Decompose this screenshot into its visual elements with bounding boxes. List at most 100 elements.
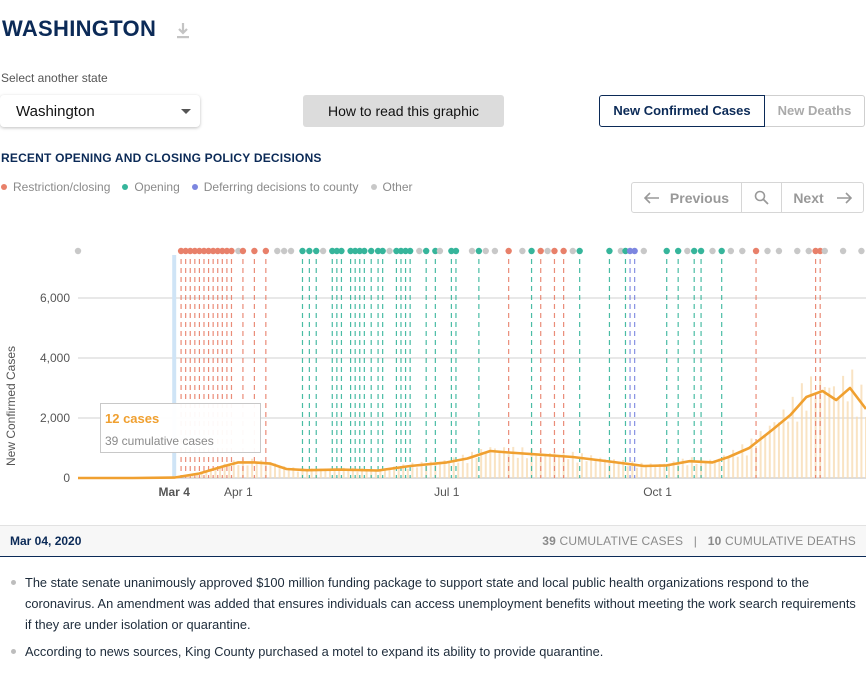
legend-item-county: Deferring decisions to county [191, 180, 359, 194]
daily-bar [347, 471, 350, 478]
policy-event-dot [606, 247, 613, 255]
policy-note-text: The state senate unanimously approved $1… [25, 575, 856, 632]
daily-bar [535, 455, 538, 478]
legend-label: Restriction/closing [13, 180, 111, 194]
policy-event-dot [764, 247, 771, 255]
cases-chart[interactable]: 0 2,000 4,000 6,000 New Confirmed Cases Mar 4… [0, 236, 866, 506]
legend-label: Other [382, 180, 413, 194]
cumulative-deaths-value: 10 [707, 534, 722, 548]
daily-bar [617, 463, 620, 478]
download-icon[interactable] [175, 22, 191, 40]
x-tick-label: Mar 4 [159, 485, 191, 499]
new-deaths-button[interactable]: New Deaths [765, 95, 865, 127]
daily-bar [516, 457, 519, 478]
daily-bar [356, 471, 359, 478]
daily-bar [773, 422, 776, 478]
how-to-read-button[interactable]: How to read this graphic [303, 95, 504, 127]
policy-event-dot [505, 247, 512, 255]
daily-bar [416, 467, 419, 478]
daily-bar [567, 459, 570, 478]
policy-legend: Restriction/closing Opening Deferring de… [1, 180, 425, 194]
policy-event-dot [537, 247, 544, 255]
previous-label: Previous [669, 189, 730, 206]
policy-event-dot [262, 247, 270, 255]
daily-bar [457, 462, 460, 478]
y-tick-label: 4,000 [40, 351, 70, 365]
policy-event-dot [452, 247, 460, 255]
next-label: Next [793, 189, 824, 206]
daily-bar [548, 453, 551, 478]
new-confirmed-cases-button[interactable]: New Confirmed Cases [599, 95, 765, 127]
daily-bar [493, 448, 496, 478]
arrow-right-icon [836, 191, 852, 204]
policy-event-dot [663, 247, 670, 255]
policy-event-dot [821, 247, 828, 255]
daily-bar [484, 452, 487, 478]
policy-event-dot [684, 247, 691, 255]
state-select[interactable]: Washington [0, 95, 200, 127]
x-tick-label: Apr 1 [224, 485, 253, 499]
policy-event-dot [306, 247, 313, 255]
legend-swatch [1, 184, 7, 190]
daily-bar [635, 467, 638, 478]
policy-event-dot [436, 247, 444, 255]
daily-bar [800, 383, 803, 478]
daily-bar [796, 421, 799, 478]
state-title: WASHINGTON [2, 16, 157, 41]
daily-bar [397, 468, 400, 478]
daily-bar [448, 462, 451, 478]
search-button[interactable] [742, 183, 782, 212]
search-icon [754, 190, 769, 205]
tooltip-cumulative: 39 cumulative cases [105, 434, 214, 448]
event-pager: Previous Next [631, 182, 864, 213]
legend-item-opening: Opening [122, 180, 180, 194]
policy-event-dot [491, 247, 499, 255]
policy-event-dot [228, 247, 235, 255]
y-tick-label: 2,000 [40, 411, 70, 425]
daily-bar [860, 384, 863, 478]
policy-note: According to news sources, King County p… [10, 641, 860, 662]
legend-swatch [370, 184, 377, 190]
previous-button[interactable]: Previous [632, 183, 742, 212]
policy-event-dot [74, 247, 82, 255]
chevron-down-icon [181, 109, 191, 114]
policy-event-dot [569, 247, 576, 255]
policy-event-dot [752, 247, 760, 255]
legend-label: Deferring decisions to county [203, 180, 359, 194]
policy-event-dot [858, 247, 865, 255]
y-axis-label: New Confirmed Cases [4, 346, 18, 466]
daily-bar [745, 455, 748, 478]
policy-event-dot [718, 247, 725, 255]
daily-bar [498, 450, 501, 478]
daily-bar [704, 462, 707, 478]
daily-bar [558, 455, 561, 478]
tooltip-cases: 12 cases [105, 411, 160, 426]
daily-bar [544, 453, 547, 478]
policy-event-dot [386, 247, 393, 255]
daily-bar [855, 416, 858, 478]
policy-event-dot [482, 247, 489, 255]
policy-event-dot [739, 247, 746, 255]
policy-event-dot [422, 247, 430, 255]
daily-bar [736, 456, 739, 478]
policy-event-dot [319, 247, 327, 255]
policy-event-dot [690, 247, 698, 255]
selected-date: Mar 04, 2020 [10, 534, 82, 548]
next-button[interactable]: Next [782, 183, 863, 212]
daily-bar [787, 421, 790, 478]
daily-bar [805, 410, 808, 478]
daily-bar [466, 463, 469, 478]
policy-note: The state senate unanimously approved $1… [10, 572, 860, 635]
cumulative-cases-value: 39 [542, 534, 556, 548]
legend-swatch [122, 184, 129, 190]
state-select-value: Washington [16, 103, 95, 120]
y-tick-label: 0 [63, 471, 70, 485]
policy-event-dot [406, 247, 414, 255]
policy-event-dot [727, 247, 735, 255]
state-select-label: Select another state [1, 71, 108, 85]
daily-bar [810, 376, 813, 478]
daily-bar [654, 465, 657, 478]
bullet-icon [11, 580, 16, 585]
policy-event-dot [528, 247, 535, 255]
policy-notes: The state senate unanimously approved $1… [10, 572, 860, 668]
